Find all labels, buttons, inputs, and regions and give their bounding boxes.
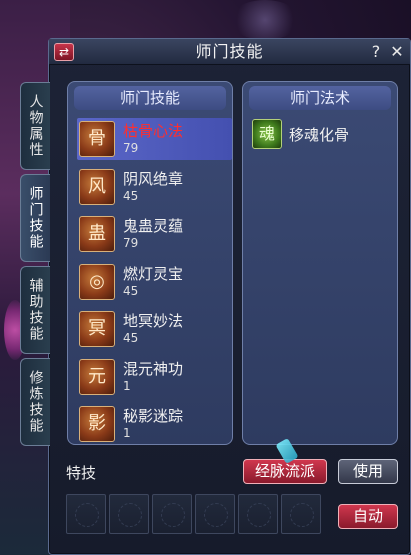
window-titlebar[interactable]: 师门技能 ⇄ ? ✕ [49, 39, 410, 65]
skull-flame-icon: 骨 [79, 121, 115, 157]
tab-cultivation-skills[interactable]: 修炼技能 [20, 358, 50, 446]
skill-row[interactable]: 蛊鬼蛊灵蕴 79 [77, 213, 232, 255]
skill-level: 45 [123, 188, 139, 203]
tab-character-attributes[interactable]: 人物属性 [20, 82, 50, 170]
help-button[interactable]: ? [368, 42, 384, 62]
tab-label: 师门技能 [27, 186, 44, 250]
skill-row[interactable]: 影秘影迷踪 1 [77, 403, 232, 445]
special-skill-slot[interactable] [109, 494, 149, 534]
shadow-step-icon: 影 [79, 406, 115, 442]
skill-level: 79 [123, 236, 139, 250]
skill-level: 1 [123, 378, 131, 393]
tab-school-skills[interactable]: 师门技能 [20, 174, 50, 262]
special-skill-slot[interactable] [238, 494, 278, 534]
tab-label: 修炼技能 [27, 370, 44, 434]
spells-panel-header: 师门法术 [249, 86, 391, 110]
skill-row[interactable]: 冥地冥妙法 45 [77, 308, 232, 350]
lantern-wheel-icon: ◎ [79, 263, 115, 300]
skill-name: 混元神功 [123, 359, 184, 378]
skill-name: 枯骨心法 [123, 122, 184, 140]
special-skill-slot[interactable] [195, 494, 235, 534]
skill-row[interactable]: 骨枯骨心法 79 [77, 118, 232, 160]
skill-level: 1 [123, 426, 131, 440]
spell-name: 移魂化骨 [289, 126, 350, 144]
skill-row[interactable]: 风阴风绝章 45 [77, 166, 232, 208]
skill-name: 秘影迷踪 [123, 407, 184, 425]
skills-panel-header: 师门技能 [74, 86, 226, 110]
swap-icon[interactable]: ⇄ [54, 43, 74, 61]
chaos-icon: 元 [79, 358, 115, 395]
tab-auxiliary-skills[interactable]: 辅助技能 [20, 266, 50, 354]
auto-button[interactable]: 自动 [338, 504, 398, 529]
skills-window: 师门技能 ⇄ ? ✕ 师门技能 骨枯骨心法 79 风阴风绝章 45 蛊鬼蛊灵蕴 79 ◎ 燃灯… [48, 38, 411, 555]
special-skills-label: 特技 [66, 464, 97, 482]
skill-level: 79 [123, 141, 139, 155]
close-button[interactable]: ✕ [388, 42, 406, 62]
underworld-icon: 冥 [79, 311, 115, 347]
skill-level: 45 [123, 283, 139, 298]
spells-panel: 师门法术 魂 移魂化骨 [242, 81, 398, 445]
skill-level: 45 [123, 331, 139, 345]
skill-row[interactable]: 元混元神功 1 [77, 356, 232, 398]
window-title: 师门技能 [195, 42, 264, 61]
ghost-insect-icon: 蛊 [79, 216, 115, 252]
skill-row[interactable]: ◎ 燃灯灵宝 45 [77, 261, 232, 303]
special-skill-slot[interactable] [281, 494, 321, 534]
special-skill-slot[interactable] [66, 494, 106, 534]
skill-name: 燃灯灵宝 [123, 264, 184, 283]
skill-name: 地冥妙法 [123, 312, 184, 330]
skill-name: 鬼蛊灵蕴 [123, 217, 184, 235]
wind-scroll-icon: 风 [79, 168, 115, 205]
use-button[interactable]: 使用 [338, 459, 398, 484]
tab-label: 辅助技能 [27, 278, 44, 342]
soul-transform-icon: 魂 [252, 119, 282, 149]
tab-label: 人物属性 [27, 94, 44, 158]
skill-name: 阴风绝章 [123, 169, 184, 188]
special-skill-slot[interactable] [152, 494, 192, 534]
skills-panel: 师门技能 骨枯骨心法 79 风阴风绝章 45 蛊鬼蛊灵蕴 79 ◎ 燃灯灵宝 45 冥地冥妙法 45… [67, 81, 233, 445]
background-scene-glow [230, 0, 300, 40]
